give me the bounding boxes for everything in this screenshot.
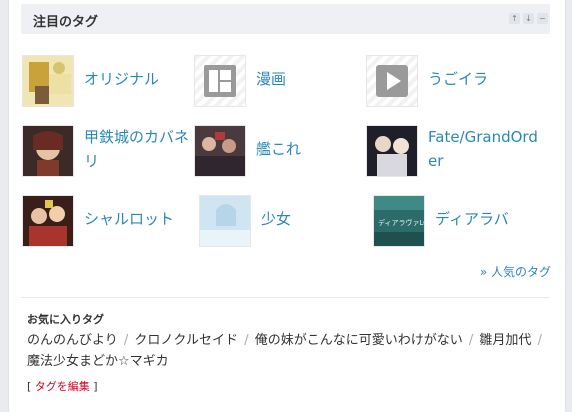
tag-label[interactable]: 少女: [261, 207, 373, 231]
collapse-button[interactable]: −: [537, 13, 548, 24]
edit-tags-link[interactable]: タグを編集: [35, 380, 90, 393]
tag-separator: /: [244, 333, 249, 348]
favorite-tag[interactable]: 魔法少女まどか☆マギカ: [27, 354, 169, 369]
tag-label[interactable]: シャルロット: [84, 207, 196, 231]
tag-item-kabaneri[interactable]: 甲鉄城のカバネリ: [22, 125, 202, 177]
tag-label[interactable]: 漫画: [256, 67, 368, 91]
panel-title: 注目のタグ: [33, 15, 99, 30]
illustration-thumbnail: [367, 126, 417, 176]
play-icon: [376, 65, 408, 97]
popular-tags-link[interactable]: » 人気のタグ: [480, 263, 551, 280]
tag-thumbnail[interactable]: ディアラヴァLOG: [373, 195, 425, 247]
bracket-close: ]: [89, 380, 98, 393]
tag-item-charlotte[interactable]: シャルロット: [22, 195, 202, 247]
tag-item-shoujo[interactable]: 少女: [199, 195, 364, 247]
tag-separator: /: [537, 333, 542, 348]
bracket-open: [: [27, 380, 35, 393]
illustration-thumbnail: [23, 126, 73, 176]
favorite-tags-title: お気に入りタグ: [27, 313, 104, 326]
tag-label[interactable]: うごイラ: [428, 67, 540, 91]
thumbnail-caption: ディアラヴァLOG: [378, 218, 424, 227]
tag-thumbnail[interactable]: [22, 125, 74, 177]
panel-header: 注目のタグ ↑ ↓ −: [21, 4, 550, 34]
tag-separator: /: [123, 333, 129, 348]
favorite-tag[interactable]: のんのんびより: [27, 333, 118, 348]
divider: [21, 297, 550, 298]
tag-separator: /: [468, 333, 474, 348]
tag-thumbnail[interactable]: [194, 125, 246, 177]
edit-tags-wrapper: [ タグを編集 ]: [27, 378, 98, 394]
favorite-tag[interactable]: 俺の妹がこんなに可愛いわけがない: [255, 333, 463, 348]
illustration-thumbnail: [23, 196, 73, 246]
favorite-tag[interactable]: クロノクルセイド: [134, 333, 238, 348]
tag-thumbnail[interactable]: [194, 55, 246, 107]
favorite-tags-list: のんのんびより / クロノクルセイド / 俺の妹がこんなに可愛いわけがない / …: [27, 330, 547, 372]
tag-thumbnail[interactable]: [22, 55, 74, 107]
tag-item-kancolle[interactable]: 艦これ: [194, 125, 364, 177]
tag-item-original[interactable]: オリジナル: [22, 55, 192, 107]
tag-item-diabolik[interactable]: ディアラヴァLOG ディアラバ: [373, 195, 548, 247]
illustration-thumbnail: [195, 126, 245, 176]
tag-thumbnail[interactable]: [199, 195, 251, 247]
favorite-tag[interactable]: 雛月加代: [479, 333, 531, 348]
illustration-thumbnail: [23, 56, 73, 106]
tag-item-fgo[interactable]: Fate/GrandOrder: [366, 125, 546, 177]
manga-icon: [204, 65, 236, 97]
tag-label[interactable]: 艦これ: [256, 137, 368, 161]
featured-tags-panel: 注目のタグ ↑ ↓ − オリジナル 漫画 うごイラ 甲鉄城のカバネリ 艦これ F…: [8, 0, 566, 412]
tag-label[interactable]: 甲鉄城のカバネリ: [84, 125, 196, 173]
tag-item-ugoira[interactable]: うごイラ: [366, 55, 546, 107]
move-down-button[interactable]: ↓: [523, 13, 534, 24]
tag-thumbnail[interactable]: [366, 55, 418, 107]
tag-thumbnail[interactable]: [366, 125, 418, 177]
move-up-button[interactable]: ↑: [509, 13, 520, 24]
tag-label[interactable]: Fate/GrandOrder: [428, 125, 546, 173]
illustration-thumbnail: [200, 196, 250, 246]
tag-label[interactable]: ディアラバ: [435, 207, 547, 231]
tag-label[interactable]: オリジナル: [84, 67, 196, 91]
tag-item-manga[interactable]: 漫画: [194, 55, 364, 107]
illustration-thumbnail: ディアラヴァLOG: [374, 196, 424, 246]
tag-thumbnail[interactable]: [22, 195, 74, 247]
